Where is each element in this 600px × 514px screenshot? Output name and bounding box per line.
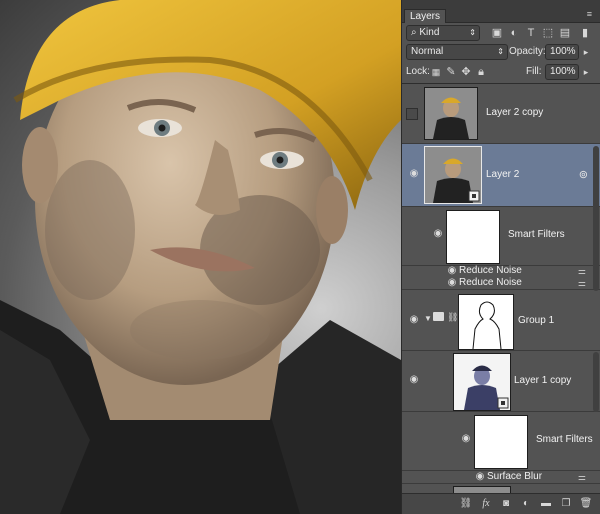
filter-name: Reduce Noise: [459, 265, 522, 276]
chevron-down-icon: ⇕: [497, 47, 504, 56]
filter-options-icon[interactable]: ⚌: [578, 265, 586, 277]
smart-filters-label: Smart Filters: [536, 434, 593, 445]
filter-item-reduce-noise-2[interactable]: ◉ Reduce Noise ⚌: [402, 277, 600, 290]
layer-name: Group 1: [518, 315, 555, 326]
filter-name: Reduce Noise: [459, 277, 522, 288]
lock-label: Lock:: [406, 66, 430, 77]
lock-pixels-icon[interactable]: ✎: [444, 65, 458, 79]
disclosure-triangle-icon[interactable]: ▼: [424, 314, 432, 323]
chevron-down-icon: ⇕: [469, 28, 476, 37]
lock-position-icon[interactable]: ✥: [459, 65, 473, 79]
panel-tab-bar: Layers ≡: [402, 0, 600, 23]
layer-thumbnail-image: [425, 88, 477, 139]
shape-filter-icon[interactable]: ⬚: [541, 26, 555, 40]
mask-icon[interactable]: ◙: [498, 497, 514, 511]
fill-label: Fill:: [526, 66, 542, 77]
layers-panel: Layers ≡ ⌕ Kind ⇕ ▣ ◐ T ⬚ ▤ ▮ Normal ⇕ O…: [401, 0, 600, 514]
visibility-toggle[interactable]: [406, 108, 418, 120]
worker-portrait-image: [0, 0, 401, 514]
filter-item-reduce-noise-1[interactable]: ◉ Reduce Noise ⚌: [402, 265, 600, 277]
layer-thumbnail: [453, 353, 511, 411]
smart-filters-row-2[interactable]: ◉ Smart Filters: [402, 412, 600, 471]
filter-options-icon[interactable]: ⚌: [578, 471, 586, 483]
search-icon: ⌕: [411, 27, 417, 38]
opacity-label: Opacity:: [509, 46, 546, 57]
layers-footer: ⛓ fx ◙ ◐ ▬ ❐ 🗑︎: [402, 493, 600, 514]
eye-icon[interactable]: ◉: [408, 315, 420, 325]
filter-item-surface-blur[interactable]: ◉ Surface Blur ⚌: [402, 471, 600, 484]
filter-options-icon[interactable]: ⚌: [578, 277, 586, 289]
new-layer-icon[interactable]: ❐: [558, 497, 574, 511]
pixel-filter-icon[interactable]: ▣: [490, 26, 504, 40]
smart-filters-label: Smart Filters: [508, 229, 565, 240]
eye-icon[interactable]: ◉: [408, 375, 420, 385]
layers-scrollbar[interactable]: [593, 146, 599, 291]
eye-icon[interactable]: ◉: [432, 229, 444, 239]
filter-name: Surface Blur: [487, 471, 543, 482]
smart-filters-row[interactable]: ◉ Smart Filters: [402, 207, 600, 266]
group-mask-thumbnail: [458, 294, 514, 350]
fill-slider-icon[interactable]: ▸: [579, 65, 593, 79]
filter-kind-select[interactable]: ⌕ Kind ⇕: [406, 25, 480, 41]
layer-row-layer-2[interactable]: ◉ Layer 2 ⊚: [402, 144, 600, 207]
filter-row: ⌕ Kind ⇕ ▣ ◐ T ⬚ ▤ ▮: [402, 23, 600, 43]
type-filter-icon[interactable]: T: [524, 26, 538, 40]
filter-mask-thumbnail: [474, 415, 528, 469]
eye-icon[interactable]: ◉: [408, 169, 420, 179]
fill-input[interactable]: 100%: [545, 64, 579, 80]
layer-thumbnail: [424, 146, 482, 204]
eye-icon[interactable]: ◉: [474, 472, 486, 482]
link-icon[interactable]: ⛓: [458, 497, 474, 511]
layer-thumbnail-image: [454, 354, 510, 410]
blend-mode-value: Normal: [411, 46, 444, 57]
eye-icon[interactable]: ◉: [446, 278, 458, 288]
tab-layers[interactable]: Layers: [404, 9, 447, 23]
adjustment-filter-icon[interactable]: ◐: [507, 26, 521, 40]
smart-filter-indicator-icon[interactable]: ⊚: [579, 168, 588, 181]
folder-icon[interactable]: ▬: [538, 497, 554, 511]
layer-thumbnail-image: [425, 147, 481, 203]
lock-transparency-icon[interactable]: ▦: [429, 65, 443, 79]
eye-icon[interactable]: ◉: [446, 266, 458, 276]
link-icon: ⛓: [447, 312, 459, 322]
folder-icon: [433, 312, 444, 321]
group-mask-image: [472, 301, 502, 349]
opacity-slider-icon[interactable]: ▸: [579, 45, 593, 59]
layer-name: Layer 1 copy: [514, 375, 572, 386]
layers-scrollbar-lower[interactable]: [593, 352, 599, 412]
layer-name: Layer 2 copy: [486, 107, 544, 118]
eye-icon[interactable]: ◉: [460, 434, 472, 444]
trash-icon[interactable]: 🗑︎: [578, 497, 594, 511]
layer-row-layer-1-copy[interactable]: ◉ Layer 1 copy: [402, 351, 600, 412]
blend-row: Normal ⇕ Opacity: 100% ▸: [402, 42, 600, 62]
panel-menu-icon[interactable]: ≡: [587, 9, 592, 19]
layer-row-group-1[interactable]: ◉ ▼ ⛓ Group 1: [402, 290, 600, 351]
opacity-input[interactable]: 100%: [545, 44, 579, 60]
layer-row-layer-2-copy[interactable]: Layer 2 copy: [402, 84, 600, 144]
lock-row: Lock: ▦ ✎ ✥ 🔒︎ Fill: 100% ▸: [402, 62, 600, 82]
layer-name: Layer 2: [486, 169, 520, 180]
filter-kind-label: Kind: [419, 27, 440, 38]
smart-object-filter-icon[interactable]: ▤: [558, 26, 572, 40]
blend-mode-select[interactable]: Normal ⇕: [406, 44, 508, 60]
adjustment-icon[interactable]: ◐: [518, 497, 534, 511]
layer-thumbnail: [424, 87, 478, 140]
fx-icon[interactable]: fx: [478, 497, 494, 511]
photo-canvas[interactable]: [0, 0, 401, 514]
filter-mask-thumbnail: [446, 210, 500, 264]
filter-toggle-icon[interactable]: ▮: [578, 26, 592, 40]
lock-all-icon[interactable]: 🔒︎: [474, 65, 488, 79]
layers-list: Layer 2 copy ◉ Layer 2 ⊚ ◉ Smart Filters…: [402, 83, 600, 494]
